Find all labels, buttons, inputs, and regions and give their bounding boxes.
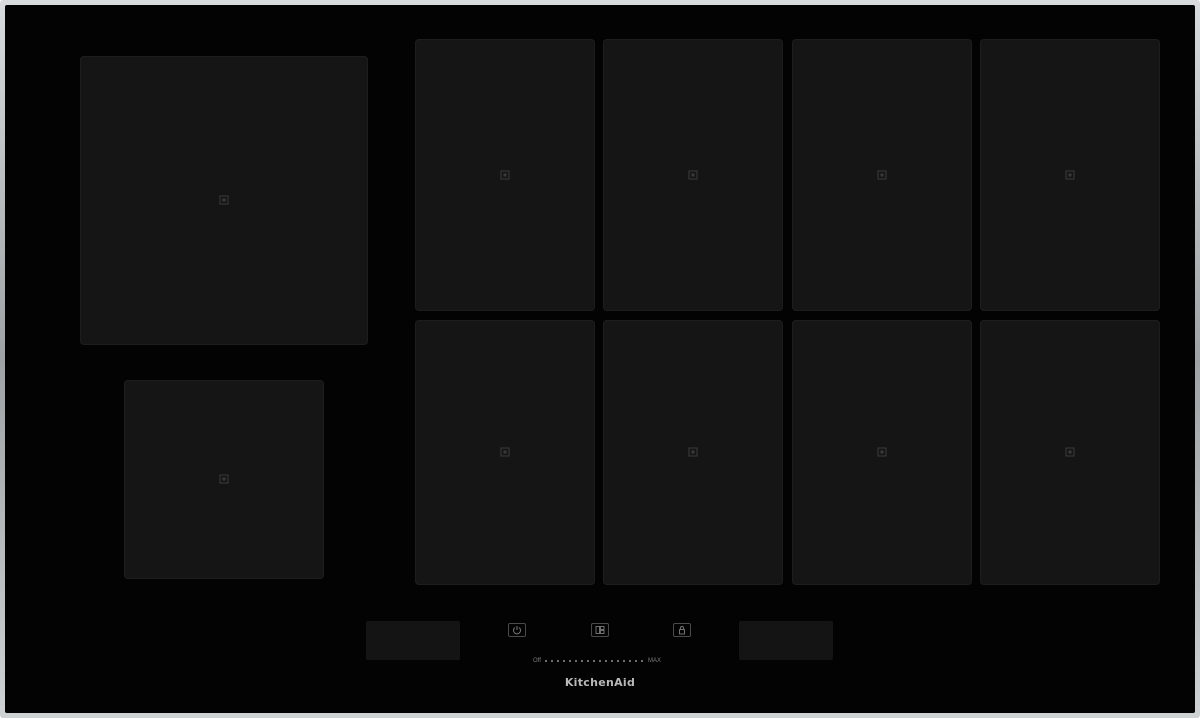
zone-center-marker [877,170,887,180]
lock-icon [679,626,685,635]
slider-min-label: Off [533,658,541,664]
zone-center-marker [688,447,698,457]
right-display-panel [739,621,833,660]
zone-center-marker [500,170,510,180]
zone-center-marker [219,195,229,205]
zone-display-button[interactable] [591,623,609,637]
slider-track[interactable] [544,660,644,662]
zone-center-marker [500,447,510,457]
zone-center-marker [688,170,698,180]
slider-max-label: MAX [647,658,661,664]
zone-center-marker [1065,170,1075,180]
lock-button[interactable] [673,623,691,637]
left-display-panel [366,621,460,660]
zone-center-marker [877,447,887,457]
zone-center-marker [219,474,229,484]
power-level-slider[interactable]: Off MAX [533,656,661,666]
zone-display-icon [595,626,605,634]
power-icon [513,626,521,635]
brand-logo: KitchenAid [564,676,636,689]
power-button[interactable] [508,623,526,637]
zone-center-marker [1065,447,1075,457]
